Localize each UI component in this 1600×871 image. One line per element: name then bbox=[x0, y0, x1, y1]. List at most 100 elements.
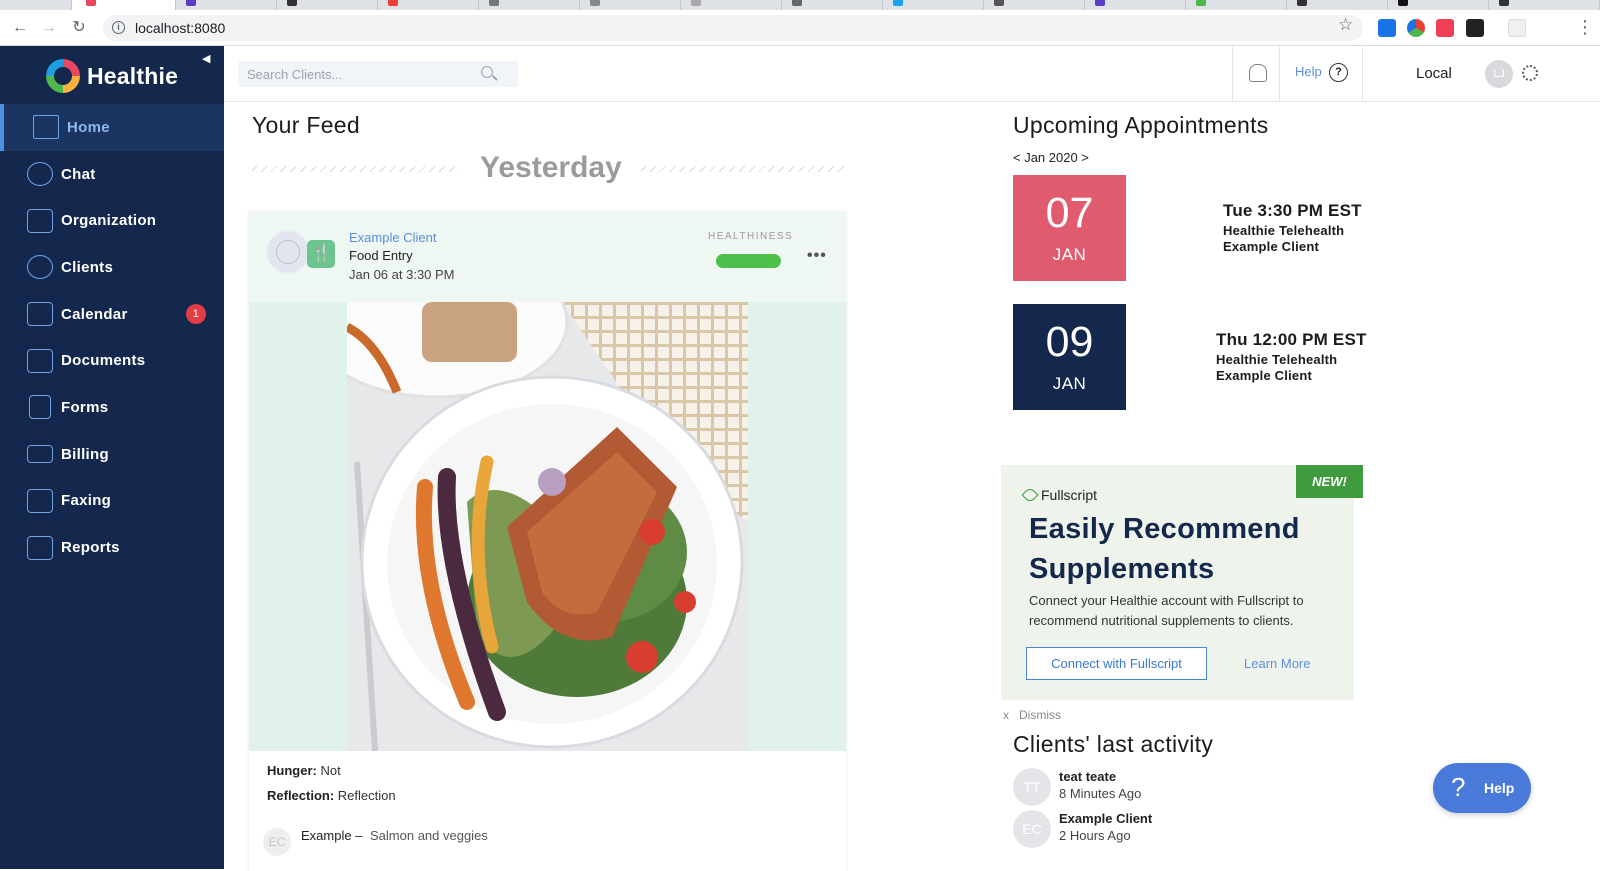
site-info-icon[interactable]: i bbox=[112, 21, 125, 34]
fullscript-brand-name: Fullscript bbox=[1041, 487, 1098, 503]
browser-tab[interactable] bbox=[1489, 0, 1600, 10]
browser-tab[interactable] bbox=[1085, 0, 1186, 10]
browser-tab[interactable] bbox=[1287, 0, 1388, 10]
entry-type: Food Entry bbox=[349, 248, 413, 263]
building-icon bbox=[27, 208, 53, 233]
learn-more-link[interactable]: Learn More bbox=[1244, 656, 1310, 671]
sidebar-item-label: Home bbox=[67, 118, 110, 136]
back-arrow-icon[interactable]: ← bbox=[10, 18, 30, 38]
color-picker-extension-icon[interactable] bbox=[1407, 19, 1425, 37]
address-bar[interactable]: i localhost:8080 bbox=[103, 15, 1363, 41]
forward-arrow-icon[interactable]: → bbox=[39, 18, 59, 38]
header-divider bbox=[1232, 46, 1233, 102]
sidebar-item-label: Reports bbox=[61, 539, 120, 557]
food-entry-card: 🍴 Example Client Food Entry Jan 06 at 3:… bbox=[249, 211, 846, 871]
sidebar-item-label: Documents bbox=[61, 352, 146, 370]
hunger-value: Not bbox=[320, 763, 341, 778]
dismiss-promo-link[interactable]: x Dismiss bbox=[1003, 708, 1061, 722]
healthie-extension-icon[interactable] bbox=[1508, 19, 1526, 37]
chat-icon bbox=[27, 162, 53, 187]
browser-tab[interactable] bbox=[580, 0, 681, 10]
help-link[interactable]: Help bbox=[1295, 64, 1322, 79]
browser-tab[interactable] bbox=[277, 0, 378, 10]
reload-icon[interactable]: ↻ bbox=[69, 18, 89, 38]
activity-row[interactable]: TT teat teate 8 Minutes Ago bbox=[1013, 768, 1263, 806]
hunger-label: Hunger: bbox=[267, 763, 317, 778]
browser-tab[interactable] bbox=[378, 0, 479, 10]
activity-time: 8 Minutes Ago bbox=[1059, 786, 1142, 801]
activity-row[interactable]: EC Example Client 2 Hours Ago bbox=[1013, 810, 1263, 848]
browser-tab[interactable] bbox=[883, 0, 984, 10]
settings-gear-icon[interactable] bbox=[1522, 65, 1538, 81]
pocket-extension-icon[interactable] bbox=[1436, 19, 1454, 37]
month-navigation[interactable]: < Jan 2020 > bbox=[1013, 150, 1089, 165]
browser-tab[interactable] bbox=[0, 0, 72, 10]
sidebar-item-label: Organization bbox=[61, 212, 157, 230]
appointment-details[interactable]: Tue 3:30 PM EST Healthie Telehealth Exam… bbox=[1223, 201, 1362, 254]
appointment-date-box[interactable]: 07 JAN bbox=[1013, 175, 1126, 281]
sidebar-item-faxing[interactable]: Faxing bbox=[0, 478, 224, 525]
sidebar-item-clients[interactable]: Clients bbox=[0, 244, 224, 291]
food-photo[interactable] bbox=[347, 302, 748, 751]
comment-author[interactable]: Example – bbox=[301, 828, 362, 843]
browser-tab[interactable] bbox=[176, 0, 277, 10]
client-avatar-icon[interactable] bbox=[267, 231, 309, 273]
browser-tab[interactable] bbox=[681, 0, 782, 10]
activity-client-name: Example Client bbox=[1059, 811, 1153, 826]
appointment-date-box[interactable]: 09 JAN bbox=[1013, 304, 1126, 410]
healthie-logo-icon bbox=[46, 59, 80, 93]
card-header: 🍴 Example Client Food Entry Jan 06 at 3:… bbox=[249, 211, 846, 302]
activity-time: 2 Hours Ago bbox=[1059, 828, 1131, 843]
sidebar-item-reports[interactable]: Reports bbox=[0, 524, 224, 571]
browser-tab[interactable] bbox=[782, 0, 883, 10]
search-icon[interactable] bbox=[481, 66, 493, 78]
appointment-client: Example Client bbox=[1223, 239, 1319, 254]
help-question-icon[interactable]: ? bbox=[1329, 63, 1348, 82]
divider-wave bbox=[252, 166, 459, 172]
brand-name: Healthie bbox=[87, 62, 179, 89]
sidebar-item-forms[interactable]: Forms bbox=[0, 384, 224, 431]
sidebar-item-chat[interactable]: Chat bbox=[0, 151, 224, 198]
promo-title: Easily Recommend Supplements bbox=[1029, 513, 1300, 585]
browser-tab[interactable] bbox=[479, 0, 580, 10]
address-url[interactable]: localhost:8080 bbox=[135, 20, 225, 36]
divider-wave bbox=[641, 166, 848, 172]
appointment-month: JAN bbox=[1052, 374, 1087, 393]
favicon-icon bbox=[792, 0, 802, 6]
collapse-sidebar-icon[interactable]: ◀ bbox=[202, 52, 210, 65]
browser-tab[interactable] bbox=[1388, 0, 1489, 10]
search-input[interactable] bbox=[238, 61, 478, 87]
appointment-details[interactable]: Thu 12:00 PM EST Healthie Telehealth Exa… bbox=[1216, 330, 1367, 383]
healthiness-label: HEALTHINESS bbox=[708, 231, 794, 242]
entry-client-link[interactable]: Example Client bbox=[349, 230, 436, 245]
sidebar-item-home[interactable]: Home bbox=[0, 104, 224, 151]
bookmark-star-icon[interactable]: ☆ bbox=[1338, 15, 1353, 35]
sidebar-item-organization[interactable]: Organization bbox=[0, 197, 224, 244]
sidebar-item-label: Chat bbox=[61, 165, 96, 183]
connect-fullscript-button[interactable]: Connect with Fullscript bbox=[1026, 647, 1207, 680]
qr-extension-icon[interactable] bbox=[1466, 19, 1484, 37]
browser-tab[interactable] bbox=[984, 0, 1085, 10]
sidebar-item-calendar[interactable]: Calendar 1 bbox=[0, 291, 224, 338]
sidebar-item-documents[interactable]: Documents bbox=[0, 337, 224, 384]
browser-tab-active[interactable] bbox=[72, 0, 176, 10]
translate-extension-icon[interactable] bbox=[1378, 19, 1396, 37]
more-options-icon[interactable]: ••• bbox=[807, 247, 827, 265]
sidebar-nav: Home Chat Organization Clients Calendar … bbox=[0, 104, 224, 571]
browser-menu-icon[interactable]: ⋮ bbox=[1576, 17, 1594, 37]
user-avatar[interactable]: LJ bbox=[1485, 60, 1513, 88]
healthie-logo[interactable]: Healthie bbox=[46, 56, 178, 96]
sidebar-item-billing[interactable]: Billing bbox=[0, 431, 224, 478]
floating-help-button[interactable]: ? Help bbox=[1433, 763, 1531, 813]
hunger-line: Hunger: Not bbox=[267, 763, 341, 778]
favicon-icon bbox=[1196, 0, 1206, 6]
entry-time: Jan 06 at 3:30 PM bbox=[349, 267, 455, 282]
sidebar: Healthie ◀ Home Chat Organization Client… bbox=[0, 46, 224, 869]
favicon-icon bbox=[287, 0, 297, 6]
sidebar-item-label: Forms bbox=[61, 398, 109, 416]
sidebar-item-label: Faxing bbox=[61, 492, 112, 510]
browser-tab[interactable] bbox=[1186, 0, 1287, 10]
browser-toolbar: ← → ↻ i localhost:8080 ☆ ⋮ bbox=[0, 10, 1600, 46]
notification-bell-icon[interactable] bbox=[1249, 64, 1267, 82]
appointment-type: Healthie Telehealth bbox=[1216, 352, 1338, 367]
